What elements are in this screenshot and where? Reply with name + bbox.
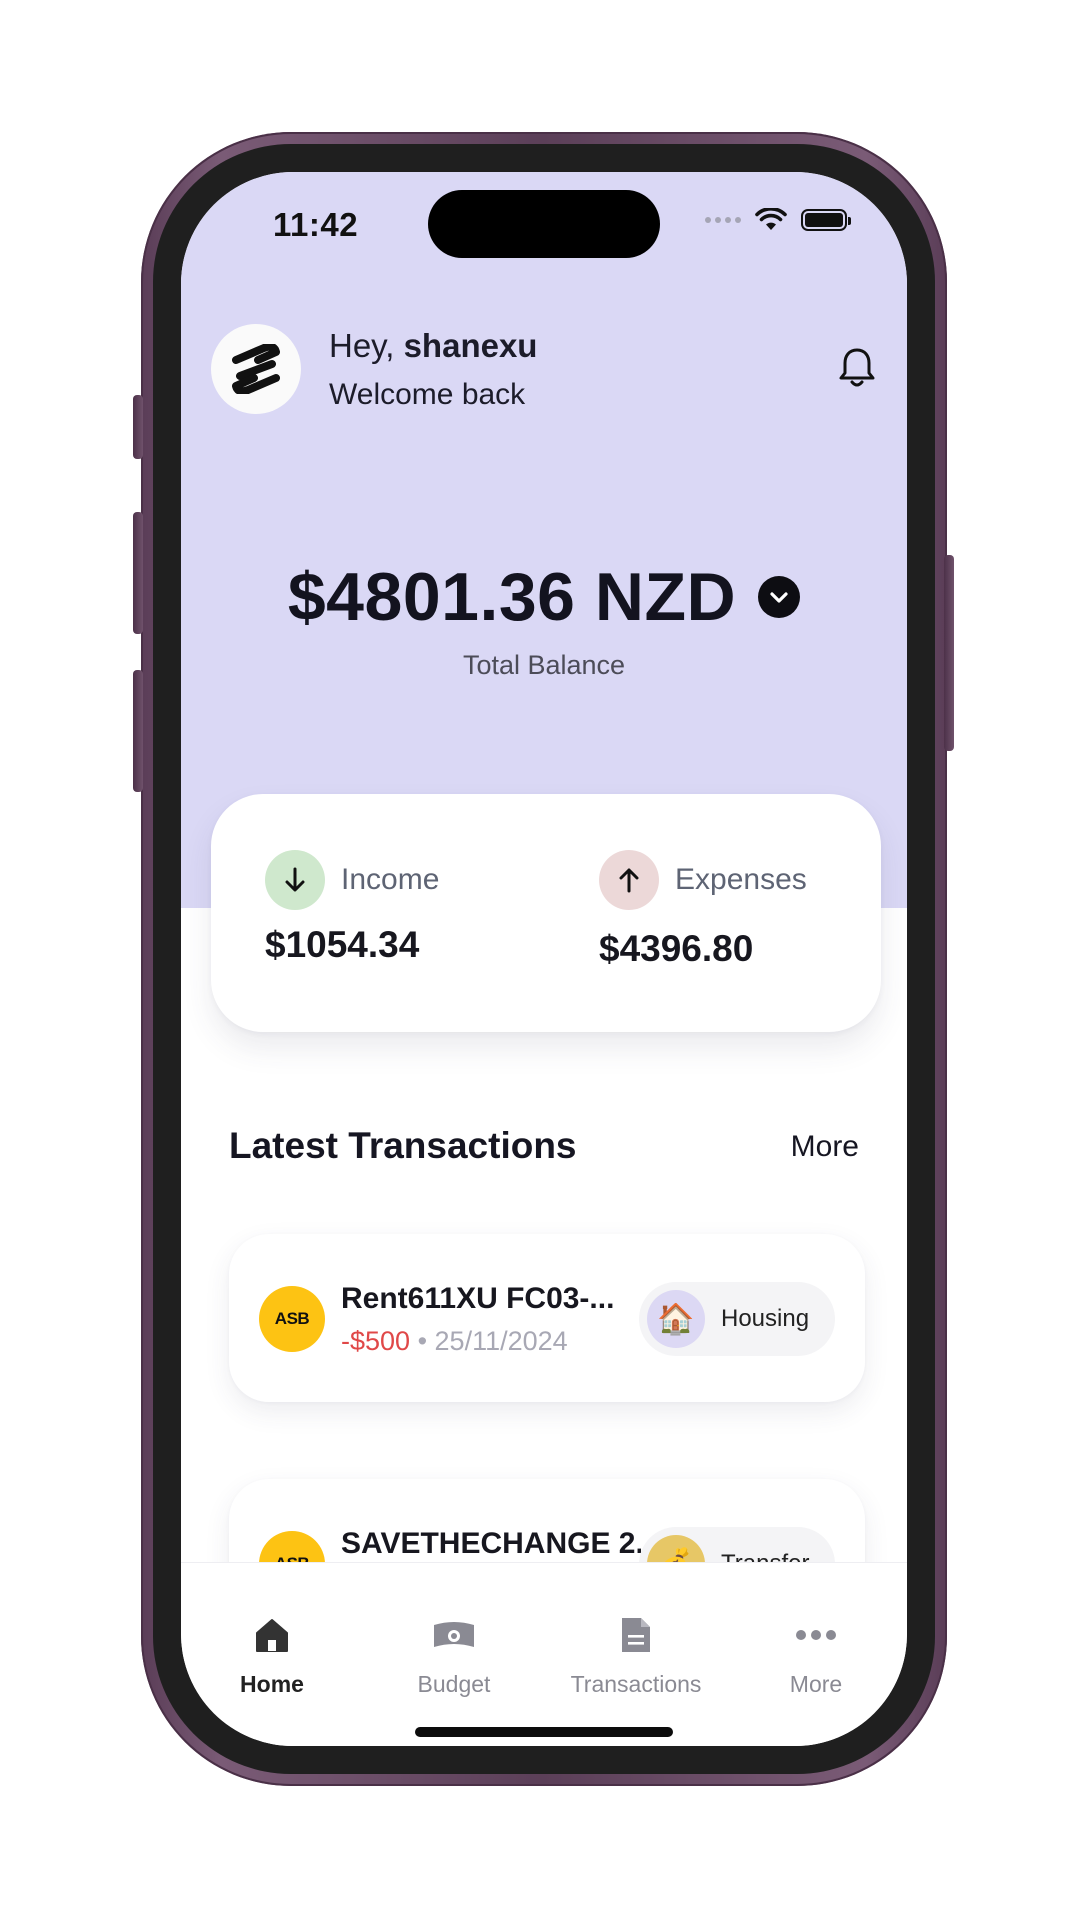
status-icons bbox=[705, 208, 851, 232]
arrow-down-icon bbox=[265, 850, 325, 910]
greeting-prefix: Hey, bbox=[329, 327, 404, 364]
dynamic-island bbox=[428, 190, 660, 258]
house-icon: 🏠 bbox=[647, 1290, 705, 1348]
battery-icon bbox=[801, 209, 851, 231]
home-indicator[interactable] bbox=[415, 1727, 673, 1737]
balance-row: $4801.36 NZD bbox=[181, 558, 907, 636]
latest-transactions-title: Latest Transactions bbox=[229, 1125, 577, 1166]
income-value: $1054.34 bbox=[265, 924, 420, 965]
status-time: 11:42 bbox=[273, 206, 359, 243]
banknote-icon bbox=[432, 1613, 476, 1657]
greeting: Hey, shanexu bbox=[329, 327, 537, 365]
nav-transactions[interactable]: Transactions bbox=[551, 1613, 721, 1698]
nav-more-label: More bbox=[789, 1671, 843, 1697]
app-logo-icon bbox=[232, 344, 280, 394]
transaction-card[interactable]: ASB Rent611XU FC03-... -$500 • 25/11/202… bbox=[229, 1234, 865, 1402]
income-label: Income bbox=[341, 863, 440, 896]
total-balance-label: Total Balance bbox=[462, 650, 626, 680]
home-icon bbox=[250, 1613, 294, 1657]
avatar[interactable] bbox=[211, 324, 301, 414]
document-icon bbox=[614, 1613, 658, 1657]
expenses-value: $4396.80 bbox=[599, 928, 754, 969]
bottom-navigation: Home Budget Transactions More bbox=[181, 1562, 907, 1746]
app-screen: 11:42 Hey, shanexu Welcome back $4801.36… bbox=[181, 172, 907, 1746]
expenses-summary[interactable]: Expenses $4396.80 bbox=[599, 850, 807, 970]
category-tag[interactable]: 🏠 Housing bbox=[639, 1282, 835, 1356]
nav-home[interactable]: Home bbox=[187, 1613, 357, 1698]
ellipsis-icon bbox=[794, 1613, 838, 1657]
transaction-name: Rent611XU FC03-... bbox=[341, 1282, 615, 1315]
volume-up-button bbox=[133, 512, 143, 634]
bank-logo: ASB bbox=[259, 1286, 325, 1352]
transaction-amount: -$500 bbox=[341, 1326, 411, 1356]
nav-transactions-label: Transactions bbox=[570, 1671, 702, 1697]
transaction-meta: -$500 • 25/11/2024 bbox=[341, 1326, 568, 1357]
transactions-more-link[interactable]: More bbox=[791, 1130, 859, 1164]
nav-budget[interactable]: Budget bbox=[369, 1613, 539, 1698]
nav-more[interactable]: More bbox=[731, 1613, 901, 1698]
welcome-text: Welcome back bbox=[329, 378, 526, 411]
income-summary[interactable]: Income $1054.34 bbox=[265, 850, 439, 966]
power-button bbox=[944, 555, 954, 751]
signal-icon bbox=[705, 217, 741, 223]
transaction-name: SAVETHECHANGE 2... bbox=[341, 1527, 641, 1560]
volume-down-button bbox=[133, 670, 143, 792]
nav-home-label: Home bbox=[240, 1671, 304, 1697]
username: shanexu bbox=[403, 327, 538, 364]
wifi-icon bbox=[755, 208, 787, 230]
arrow-up-icon bbox=[599, 850, 659, 910]
income-expense-card: Income $1054.34 Expenses $4396.80 bbox=[211, 794, 881, 1032]
total-balance-amount: $4801.36 NZD bbox=[287, 559, 737, 635]
expenses-label: Expenses bbox=[675, 863, 807, 896]
transaction-meta-separator: • bbox=[410, 1326, 435, 1356]
transaction-date: 25/11/2024 bbox=[434, 1326, 568, 1356]
action-button bbox=[133, 395, 143, 459]
chevron-down-icon bbox=[770, 592, 788, 603]
category-label: Housing bbox=[721, 1305, 810, 1332]
currency-dropdown-button[interactable] bbox=[758, 576, 801, 618]
bank-logo-text: ASB bbox=[274, 1309, 310, 1328]
nav-budget-label: Budget bbox=[417, 1671, 491, 1697]
bell-icon[interactable] bbox=[837, 346, 877, 390]
